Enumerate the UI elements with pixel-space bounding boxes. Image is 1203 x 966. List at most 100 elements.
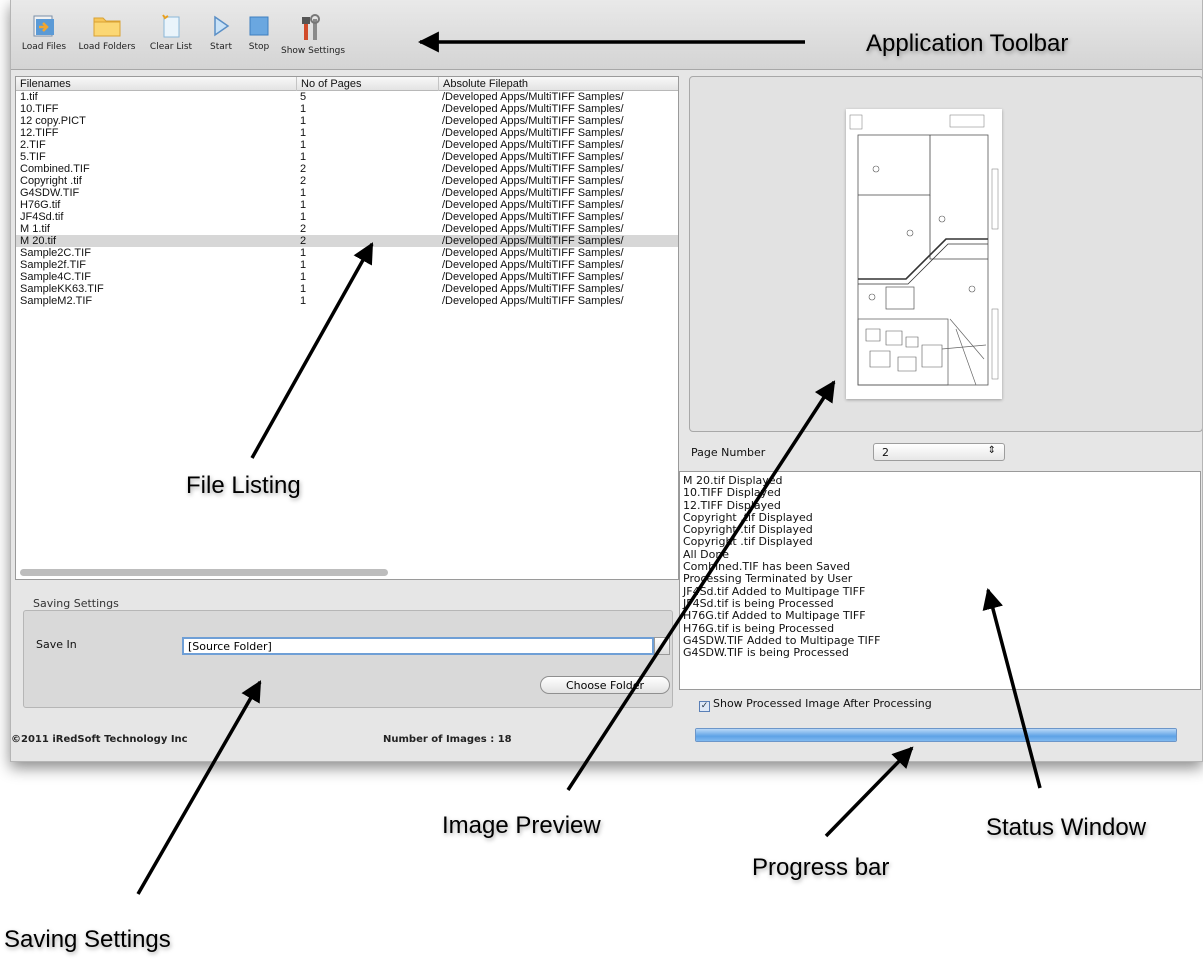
show-processed-label: Show Processed Image After Processing: [713, 697, 932, 710]
cell-filepath: /Developed Apps/MultiTIFF Samples/: [442, 199, 624, 211]
choose-folder-button[interactable]: Choose Folder: [540, 676, 670, 694]
cell-filename: 2.TIF: [20, 139, 46, 151]
status-line: Processing Terminated by User: [683, 572, 853, 586]
annotation-progress-bar: Progress bar: [752, 854, 890, 881]
load-files-button[interactable]: Load Files: [17, 14, 71, 52]
cell-filepath: /Developed Apps/MultiTIFF Samples/: [442, 91, 624, 103]
cell-pages: 2: [300, 235, 307, 247]
cell-filepath: /Developed Apps/MultiTIFF Samples/: [442, 175, 624, 187]
cell-pages: 2: [300, 163, 307, 175]
table-row[interactable]: 2.TIF 1/Developed Apps/MultiTIFF Samples/: [16, 139, 678, 151]
cell-filename: M 20.tif: [20, 235, 57, 247]
cell-pages: 5: [300, 91, 307, 103]
cell-filename: 10.TIFF: [20, 103, 59, 115]
cell-pages: 1: [300, 115, 307, 127]
cell-filepath: /Developed Apps/MultiTIFF Samples/: [442, 139, 624, 151]
table-row[interactable]: Sample2C.TIF 1/Developed Apps/MultiTIFF S…: [16, 247, 678, 259]
table-row[interactable]: SampleKK63.TIF 1/Developed Apps/MultiTIFF…: [16, 283, 678, 295]
table-row[interactable]: 10.TIFF 1/Developed Apps/MultiTIFF Sample…: [16, 103, 678, 115]
table-row[interactable]: M 1.tif 2/Developed Apps/MultiTIFF Sample…: [16, 223, 678, 235]
table-row[interactable]: Combined.TIF 2/Developed Apps/MultiTIFF S…: [16, 163, 678, 175]
clear-list-label: Clear List: [149, 42, 193, 52]
table-row[interactable]: M 20.tif 2/Developed Apps/MultiTIFF Sampl…: [16, 235, 678, 247]
annotation-toolbar: Application Toolbar: [866, 30, 1069, 57]
cell-filename: G4SDW.TIF: [20, 187, 80, 199]
saving-settings-panel: Save In Choose Folder: [23, 610, 673, 708]
clear-list-icon: [162, 14, 180, 38]
load-folders-button[interactable]: Load Folders: [74, 14, 140, 52]
cell-filename: 12.TIFF: [20, 127, 59, 139]
annotation-image-preview: Image Preview: [442, 812, 601, 839]
table-row[interactable]: 5.TIF 1/Developed Apps/MultiTIFF Samples/: [16, 151, 678, 163]
cell-filename: M 1.tif: [20, 223, 50, 235]
cell-filename: JF4Sd.tif: [20, 211, 64, 223]
column-header-pages[interactable]: No of Pages: [296, 77, 438, 91]
cell-filename: Sample2f.TIF: [20, 259, 87, 271]
cell-filepath: /Developed Apps/MultiTIFF Samples/: [442, 151, 624, 163]
show-settings-label: Show Settings: [281, 46, 346, 56]
cell-filename: Copyright .tif: [20, 175, 82, 187]
table-row[interactable]: Copyright .tif 2/Developed Apps/MultiTIFF…: [16, 175, 678, 187]
preview-image: [846, 109, 1002, 399]
table-row[interactable]: Sample2f.TIF 1/Developed Apps/MultiTIFF S…: [16, 259, 678, 271]
checkbox-check-icon[interactable]: ✓: [699, 701, 710, 712]
status-window[interactable]: M 20.tif Displayed 10.TIFF Displayed 12.TI…: [679, 471, 1201, 690]
page-number-label: Page Number: [691, 446, 766, 459]
cell-filename: H76G.tif: [20, 199, 61, 211]
saving-settings-title: Saving Settings: [33, 597, 119, 610]
stop-button[interactable]: Stop: [245, 14, 273, 52]
annotation-saving-settings: Saving Settings: [4, 926, 171, 953]
status-line: H76G.tif Added to Multipage TIFF: [683, 609, 866, 623]
cell-filepath: /Developed Apps/MultiTIFF Samples/: [442, 259, 624, 271]
save-in-field[interactable]: [182, 637, 654, 655]
table-row[interactable]: G4SDW.TIF 1/Developed Apps/MultiTIFF Samp…: [16, 187, 678, 199]
load-folders-label: Load Folders: [78, 42, 136, 52]
app-window: Load Files Load Folders Clear List Start: [10, 0, 1203, 762]
column-header-filenames[interactable]: Filenames: [16, 77, 296, 91]
show-settings-button[interactable]: Show Settings: [281, 14, 346, 56]
cell-pages: 2: [300, 223, 307, 235]
cell-pages: 1: [300, 187, 307, 199]
page-number-value: 2: [882, 446, 889, 459]
stop-label: Stop: [248, 42, 270, 52]
load-files-label: Load Files: [21, 42, 67, 52]
start-button[interactable]: Start: [206, 14, 236, 52]
save-in-dropdown-button[interactable]: [654, 637, 670, 655]
cell-pages: 1: [300, 247, 307, 259]
cell-filepath: /Developed Apps/MultiTIFF Samples/: [442, 163, 624, 175]
table-row[interactable]: 1.tif 5/Developed Apps/MultiTIFF Samples/: [16, 91, 678, 103]
cell-filepath: /Developed Apps/MultiTIFF Samples/: [442, 283, 624, 295]
table-row[interactable]: Sample4C.TIF 1/Developed Apps/MultiTIFF S…: [16, 271, 678, 283]
cell-filename: 5.TIF: [20, 151, 46, 163]
show-processed-checkbox[interactable]: ✓ Show Processed Image After Processing: [699, 697, 932, 712]
cell-pages: 2: [300, 175, 307, 187]
column-header-filepath[interactable]: Absolute Filepath: [438, 77, 678, 91]
play-icon: [214, 15, 230, 37]
image-count: Number of Images : 18: [383, 734, 512, 745]
page-number-select[interactable]: 2 ⇕: [873, 443, 1005, 461]
table-row[interactable]: H76G.tif 1/Developed Apps/MultiTIFF Sampl…: [16, 199, 678, 211]
cell-filepath: /Developed Apps/MultiTIFF Samples/: [442, 295, 624, 307]
cell-pages: 1: [300, 151, 307, 163]
status-line: H76G.tif is being Processed: [683, 621, 835, 635]
image-preview-panel: [689, 76, 1202, 432]
table-row[interactable]: 12 copy.PICT 1/Developed Apps/MultiTIFF S…: [16, 115, 678, 127]
cell-filepath: /Developed Apps/MultiTIFF Samples/: [442, 235, 624, 247]
cell-pages: 1: [300, 295, 307, 307]
file-listing-table[interactable]: Filenames No of Pages Absolute Filepath …: [15, 76, 679, 580]
folder-icon: [93, 17, 121, 37]
progress-fill: [696, 729, 1176, 741]
horizontal-scrollbar[interactable]: [20, 569, 388, 576]
copyright-text: ©2011 iRedSoft Technology Inc: [11, 734, 188, 745]
cell-filepath: /Developed Apps/MultiTIFF Samples/: [442, 127, 624, 139]
table-row[interactable]: JF4Sd.tif 1/Developed Apps/MultiTIFF Samp…: [16, 211, 678, 223]
cell-pages: 1: [300, 103, 307, 115]
cell-filename: Sample2C.TIF: [20, 247, 91, 259]
cell-pages: 1: [300, 283, 307, 295]
table-row[interactable]: 12.TIFF 1/Developed Apps/MultiTIFF Sample…: [16, 127, 678, 139]
cell-filename: Combined.TIF: [20, 163, 90, 175]
updown-arrows-icon: ⇕: [987, 445, 996, 456]
clear-list-button[interactable]: Clear List: [148, 14, 194, 52]
table-row[interactable]: SampleM2.TIF 1/Developed Apps/MultiTIFF S…: [16, 295, 678, 307]
cell-filepath: /Developed Apps/MultiTIFF Samples/: [442, 271, 624, 283]
